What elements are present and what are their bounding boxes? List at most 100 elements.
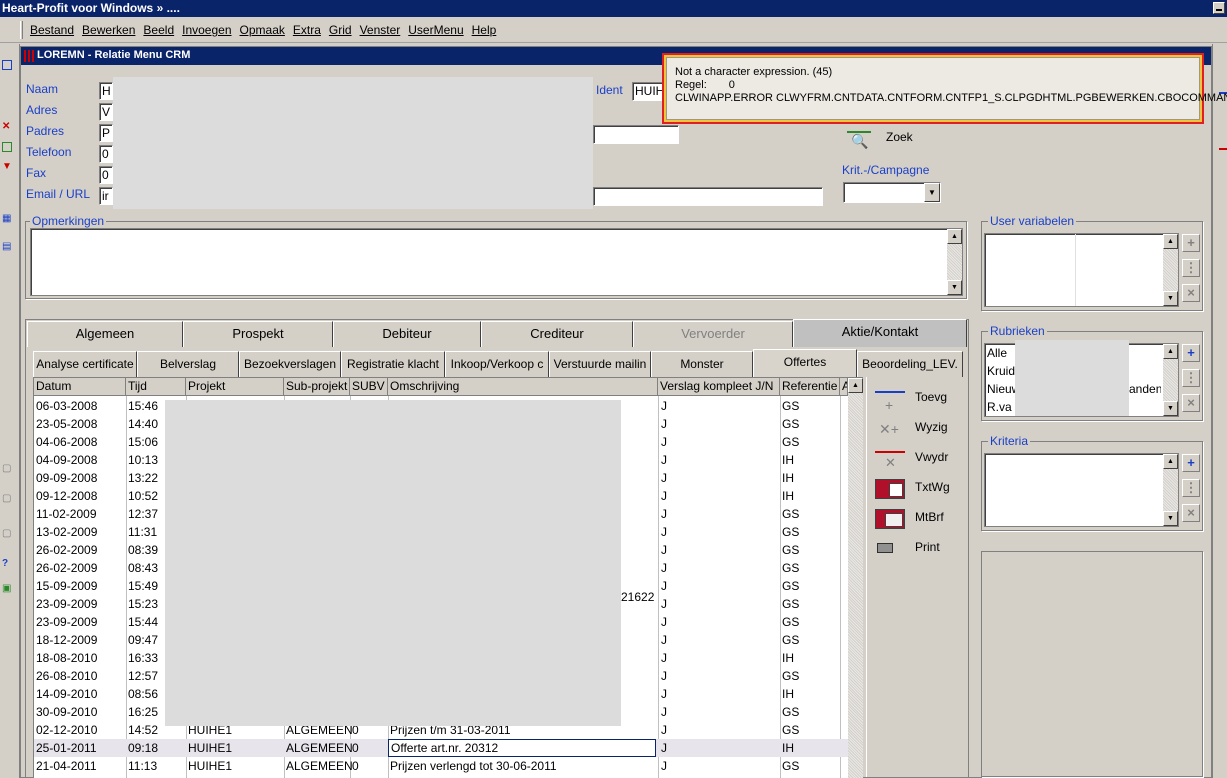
tab-algemeen[interactable]: Algemeen — [27, 321, 183, 347]
scroll-up-icon[interactable]: ▲ — [947, 229, 962, 244]
col-header-verslag[interactable]: Verslag kompleet J/N — [658, 378, 780, 396]
col-header-sub-projekt[interactable]: Sub-projekt — [284, 378, 350, 396]
copy-icon[interactable] — [2, 142, 12, 152]
menu-help[interactable]: Help — [472, 23, 497, 37]
delete-icon[interactable]: × — [1182, 394, 1200, 412]
edit-icon[interactable]: ⋮ — [1182, 259, 1200, 277]
delete-icon[interactable]: × — [1182, 504, 1200, 522]
subtab-offertes[interactable]: Offertes — [753, 349, 857, 377]
adres-field[interactable]: V — [99, 103, 113, 121]
subtab-monster[interactable]: Monster — [651, 351, 753, 377]
menu-bewerken[interactable]: Bewerken — [82, 23, 135, 37]
col-header-omschrijving[interactable]: Omschrijving — [388, 378, 658, 396]
col-header-projekt[interactable]: Projekt — [186, 378, 284, 396]
scroll-up-icon[interactable]: ▲ — [1163, 454, 1178, 469]
table-row[interactable]: 21-04-2011 11:13 HUIHE1 ALGEMEEN 0 Prijzen ve… — [34, 757, 848, 775]
user-variabelen-scrollbar[interactable]: ▲ ▼ — [1163, 234, 1178, 306]
relation-extra-field[interactable] — [593, 125, 679, 144]
rubrieken-scrollbar[interactable]: ▲ ▼ — [1163, 344, 1178, 416]
scroll-down-icon[interactable]: ▼ — [1163, 401, 1178, 416]
minimize-button[interactable] — [1213, 2, 1225, 14]
tab-aktie-kontakt[interactable]: Aktie/Kontakt — [793, 319, 967, 347]
scroll-down-icon[interactable]: ▼ — [1163, 291, 1178, 306]
scroll-down-icon[interactable]: ▼ — [947, 280, 962, 295]
calendar-icon[interactable]: ▤ — [2, 242, 12, 252]
scroll-up-icon[interactable]: ▲ — [1163, 234, 1178, 249]
kriteria-list[interactable]: ▲ ▼ — [984, 453, 1179, 527]
padres-field[interactable]: P — [99, 124, 113, 142]
binoculars-icon[interactable]: 🔍 — [851, 133, 868, 150]
zoek-label[interactable]: Zoek — [886, 130, 913, 144]
rubriek-item[interactable]: Kruid — [987, 364, 1015, 378]
scroll-up-icon[interactable]: ▲ — [848, 378, 863, 393]
col-header-datum[interactable]: Datum — [34, 378, 126, 396]
naam-field[interactable]: H — [99, 82, 113, 100]
delete-icon[interactable]: ✕ — [2, 122, 12, 132]
opmerkingen-scrollbar[interactable]: ▲ ▼ — [947, 229, 962, 295]
delete-icon[interactable]: × — [1182, 284, 1200, 302]
telefoon-field[interactable]: 0 — [99, 145, 113, 163]
new-record-icon[interactable] — [2, 60, 12, 70]
add-icon[interactable]: + — [1182, 344, 1200, 362]
edit-icon[interactable]: ⋮ — [1182, 369, 1200, 387]
user-variabelen-list[interactable]: ▲ ▼ — [984, 233, 1179, 307]
document-copy-icon[interactable]: ▢ — [2, 529, 12, 539]
menu-venster[interactable]: Venster — [360, 23, 401, 37]
vwydr-button[interactable]: ✕ Vwydr — [867, 445, 967, 471]
rubriek-item[interactable]: R.va — [987, 400, 1012, 414]
print-preview-icon[interactable]: ▢ — [2, 464, 12, 474]
krit-campagne-select[interactable]: ▼ — [843, 182, 941, 203]
subtab-verstuurde-mailing[interactable]: Verstuurde mailin — [549, 351, 651, 377]
menu-extra[interactable]: Extra — [293, 23, 321, 37]
relation-long-field[interactable] — [593, 187, 823, 206]
email-field[interactable]: ir — [99, 187, 113, 205]
scroll-down-icon[interactable]: ▼ — [1163, 511, 1178, 526]
toevg-button[interactable]: + Toevg — [867, 385, 967, 413]
col-header-subv[interactable]: SUBV — [350, 378, 388, 396]
subtab-inkoop-verkoop[interactable]: Inkoop/Verkoop c — [445, 351, 549, 377]
kriteria-scrollbar[interactable]: ▲ ▼ — [1163, 454, 1178, 526]
grid-icon[interactable]: ▦ — [2, 214, 12, 224]
menu-opmaak[interactable]: Opmaak — [240, 23, 285, 37]
edit-icon[interactable]: ⋮ — [1182, 479, 1200, 497]
rubrieken-list[interactable]: Alle Kruid Nieuw R.va anden ( ▲ ▼ — [984, 340, 1179, 417]
add-icon[interactable]: + — [1182, 234, 1200, 252]
menu-usermenu[interactable]: UserMenu — [408, 23, 463, 37]
menu-bestand[interactable]: Bestand — [30, 23, 74, 37]
subtab-registratie-klacht[interactable]: Registratie klacht — [341, 351, 445, 377]
cell-datum: 11-02-2009 — [36, 507, 97, 521]
grid-scrollbar[interactable]: ▲ — [848, 378, 863, 778]
wyzig-button[interactable]: ✕+ Wyzig — [867, 415, 967, 441]
subtab-belverslag[interactable]: Belverslag — [137, 351, 239, 377]
scroll-up-icon[interactable]: ▲ — [1163, 344, 1178, 359]
col-header-referentie[interactable]: Referentie — [780, 378, 840, 396]
menu-beeld[interactable]: Beeld — [143, 23, 174, 37]
tab-crediteur[interactable]: Crediteur — [481, 321, 633, 347]
add-icon[interactable]: + — [1182, 454, 1200, 472]
print-button[interactable]: Print — [867, 535, 967, 561]
subtab-analyse-certificate[interactable]: Analyse certificate — [33, 351, 137, 377]
offertes-grid[interactable]: Datum Tijd Projekt Sub-projekt SUBV Omsc… — [33, 377, 863, 778]
col-header-tijd[interactable]: Tijd — [126, 378, 186, 396]
exit-icon[interactable]: ▣ — [2, 584, 12, 594]
cell-datum: 04-09-2008 — [36, 453, 98, 467]
help-icon[interactable]: ? — [2, 559, 12, 569]
chevron-down-icon[interactable]: ▼ — [924, 183, 940, 202]
menu-grid[interactable]: Grid — [329, 23, 352, 37]
txtwg-button[interactable]: TxtWg — [867, 475, 967, 501]
rubriek-item[interactable]: Alle — [987, 346, 1007, 360]
document-icon[interactable]: ▢ — [2, 494, 12, 504]
tab-vervoerder[interactable]: Vervoerder — [633, 321, 793, 347]
table-row[interactable]: 25-01-2011 09:18 HUIHE1 ALGEMEEN 0 Offerte ar… — [34, 739, 848, 757]
opmerkingen-textarea[interactable]: ▲ ▼ — [30, 228, 963, 296]
arrow-down-icon[interactable]: ▼ — [2, 162, 12, 172]
toevg-label: Toevg — [915, 390, 948, 404]
mtbrf-button[interactable]: MtBrf — [867, 505, 967, 531]
menu-invoegen[interactable]: Invoegen — [182, 23, 231, 37]
subtab-bezoekverslagen[interactable]: Bezoekverslagen — [239, 351, 341, 377]
fax-field[interactable]: 0 — [99, 166, 113, 184]
col-header-a[interactable]: A — [840, 378, 848, 396]
subtab-beoordeling-lev[interactable]: Beoordeling_LEV. — [857, 351, 963, 377]
tab-prospekt[interactable]: Prospekt — [183, 321, 333, 347]
tab-debiteur[interactable]: Debiteur — [333, 321, 481, 347]
